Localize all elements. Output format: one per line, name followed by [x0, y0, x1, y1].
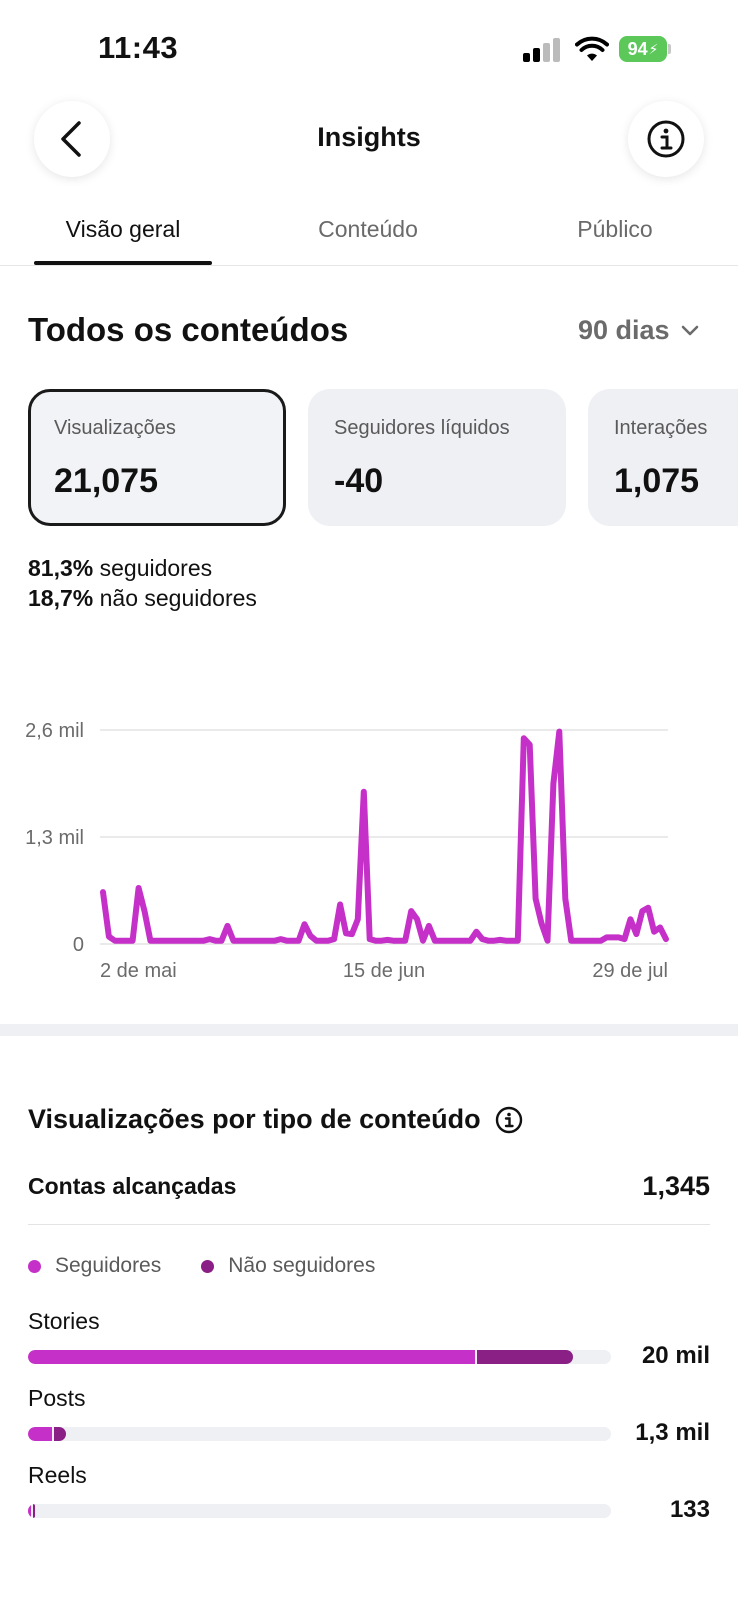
- wifi-icon: [575, 36, 609, 62]
- metric-card-net-followers[interactable]: Seguidores líquidos -40: [308, 389, 566, 526]
- info-button[interactable]: [628, 101, 704, 177]
- content-type-row-reels: Reels 133: [28, 1462, 710, 1523]
- views-line-chart: 0 1,3 mil 2,6 mil 2 de mai 15 de jun 29 de ju…: [25, 720, 669, 982]
- metric-label: Visualizações: [54, 417, 176, 439]
- followers-percent: 81,3%: [28, 555, 94, 581]
- followers-label: seguidores: [99, 555, 213, 581]
- tab-overview[interactable]: Visão geral: [34, 216, 212, 243]
- legend-item-non-followers: Não seguidores: [201, 1254, 375, 1278]
- legend-dot: [201, 1259, 215, 1273]
- non-followers-bar-segment: [53, 1427, 67, 1441]
- metric-label: Seguidores líquidos: [334, 417, 510, 439]
- content-type-value: 133: [669, 1496, 710, 1523]
- date-range-value: 90 dias: [578, 315, 670, 345]
- section-divider: [0, 1024, 738, 1036]
- content-type-title: Visualizações por tipo de conteúdo: [28, 1104, 481, 1134]
- content-type-value: 1,3 mil: [635, 1419, 710, 1446]
- status-time: 11:43: [98, 30, 179, 65]
- battery-icon: 94 ⚡: [619, 36, 671, 62]
- tab-bar: Visão geral Conteúdo Público: [0, 200, 738, 266]
- x-tick-label: 2 de mai: [100, 960, 177, 982]
- stacked-bar-track: [28, 1350, 611, 1364]
- content-type-value: 20 mil: [641, 1342, 710, 1369]
- followers-bar-segment: [28, 1427, 52, 1441]
- non-followers-label: não seguidores: [99, 585, 257, 611]
- content-type-row-posts: Posts 1,3 mil: [28, 1385, 710, 1446]
- stacked-bar-track: [28, 1427, 611, 1441]
- chart-legend: Seguidores Não seguidores: [28, 1254, 375, 1278]
- accounts-reached-value: 1,345: [642, 1171, 710, 1201]
- content-type-section-title: Visualizações por tipo de conteúdo: [28, 1104, 523, 1135]
- content-type-row-stories: Stories 20 mil: [28, 1308, 710, 1369]
- metric-value: -40: [334, 462, 384, 500]
- tab-content[interactable]: Conteúdo: [278, 216, 458, 243]
- followers-bar-segment: [28, 1504, 31, 1518]
- date-range-dropdown[interactable]: 90 dias: [578, 315, 700, 346]
- audience-breakdown: 81,3% seguidores 18,7% não seguidores: [28, 553, 257, 613]
- y-tick-label: 1,3 mil: [25, 827, 84, 849]
- metric-value: 21,075: [54, 462, 158, 500]
- active-tab-indicator: [34, 261, 212, 265]
- x-tick-label: 29 de jul: [592, 960, 668, 982]
- metric-card-views[interactable]: Visualizações 21,075: [28, 389, 286, 526]
- y-tick-label: 2,6 mil: [25, 720, 84, 742]
- legend-item-followers: Seguidores: [28, 1254, 161, 1278]
- content-type-label: Reels: [28, 1462, 87, 1488]
- status-bar: 11:43 94 ⚡: [0, 0, 738, 100]
- battery-level: 94: [627, 38, 648, 59]
- non-followers-percent: 18,7%: [28, 585, 94, 611]
- divider: [28, 1224, 710, 1225]
- followers-bar-segment: [28, 1350, 476, 1364]
- metric-label: Interações: [614, 417, 708, 439]
- accounts-reached-label: Contas alcançadas: [28, 1173, 237, 1199]
- views-series-line: [100, 728, 669, 944]
- non-followers-bar-segment: [477, 1350, 574, 1364]
- cellular-signal-icon: [523, 38, 563, 62]
- chevron-down-icon: [681, 325, 698, 335]
- non-followers-bar-segment: [33, 1504, 35, 1518]
- clipped-next-row: [28, 1532, 328, 1540]
- legend-label: Não seguidores: [228, 1254, 376, 1277]
- legend-dot: [28, 1259, 41, 1273]
- content-type-label: Stories: [28, 1308, 100, 1334]
- content-type-label: Posts: [28, 1385, 86, 1411]
- info-icon: [647, 120, 685, 158]
- legend-label: Seguidores: [55, 1254, 162, 1277]
- section-title: Todos os conteúdos: [28, 311, 349, 348]
- metric-card-interactions[interactable]: Interações 1,075: [588, 389, 738, 526]
- stacked-bar-track: [28, 1504, 611, 1518]
- metric-value: 1,075: [614, 462, 700, 500]
- y-tick-label: 0: [73, 934, 84, 956]
- tab-audience[interactable]: Público: [525, 216, 705, 243]
- x-tick-label: 15 de jun: [343, 960, 425, 982]
- info-icon[interactable]: [495, 1106, 523, 1134]
